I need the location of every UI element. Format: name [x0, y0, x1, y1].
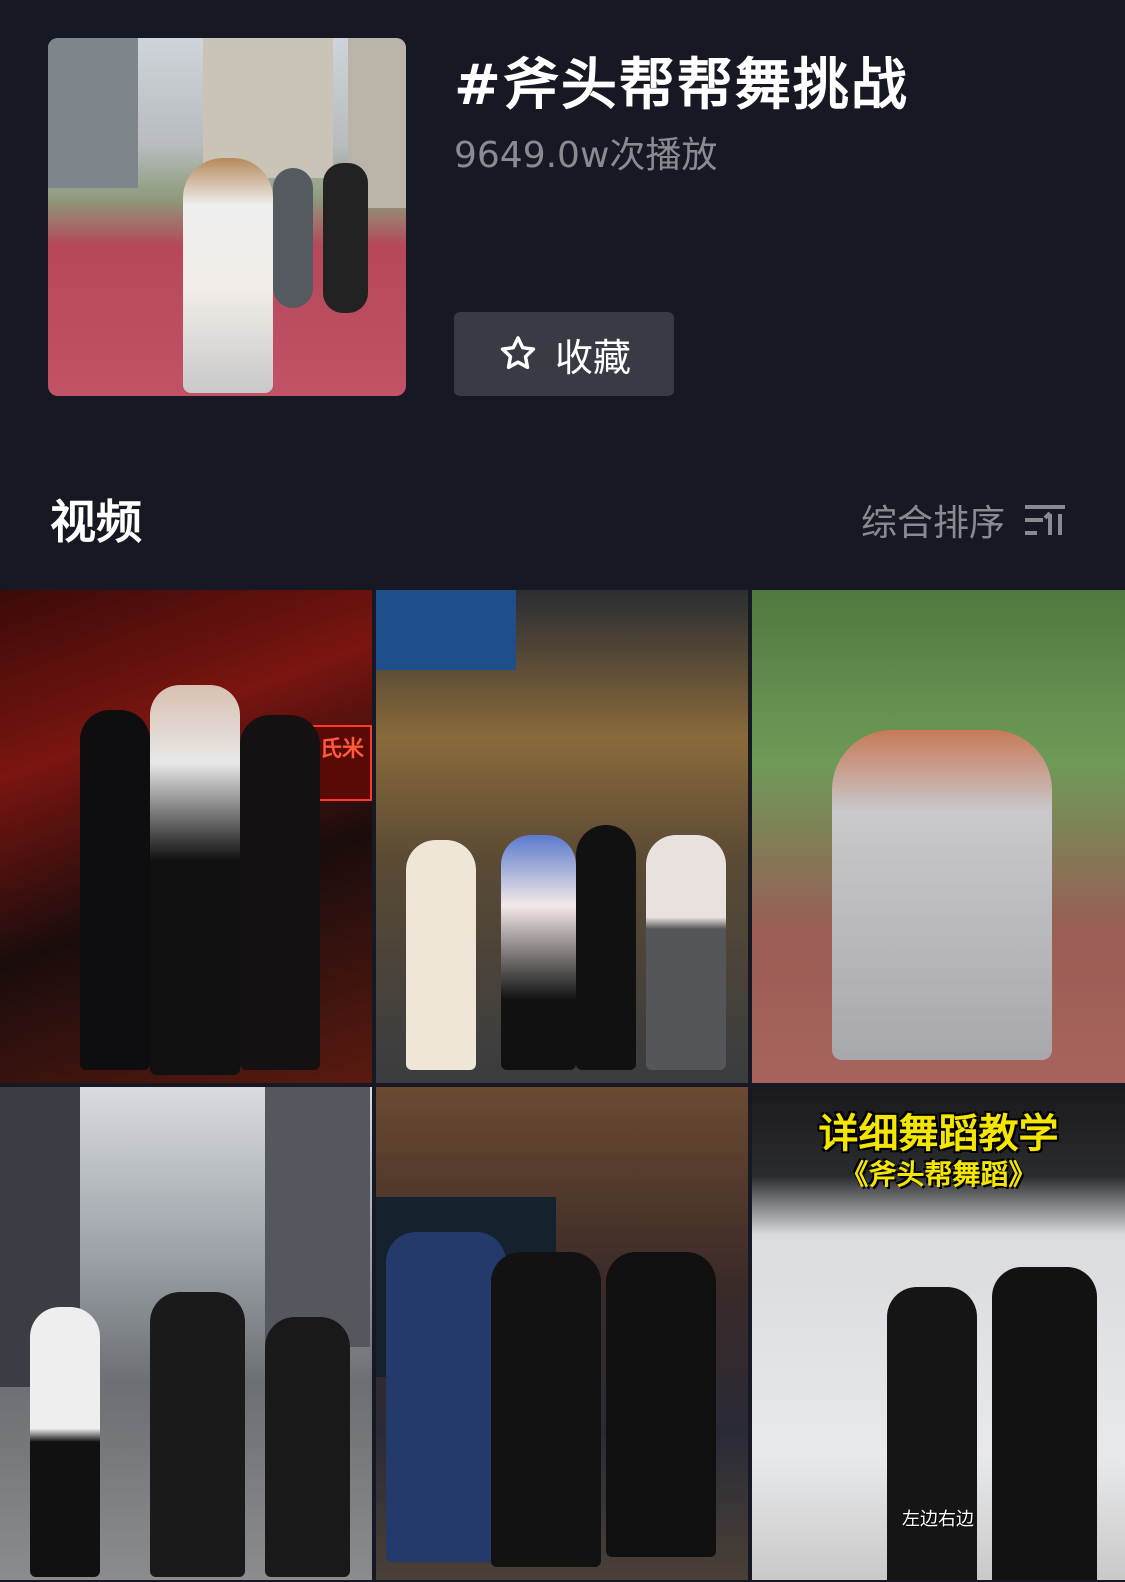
sort-filter-icon: [1025, 505, 1065, 535]
play-count: 9649.0w次播放: [454, 135, 718, 176]
favorite-label: 收藏: [554, 335, 631, 380]
video-subcaption: 《斧头帮舞蹈》: [840, 1158, 1037, 1191]
video-thumbnail[interactable]: 详细舞蹈教学 《斧头帮舞蹈》 左边右边: [752, 1087, 1125, 1580]
sort-label: 综合排序: [860, 503, 1005, 544]
star-outline-icon: [500, 336, 536, 370]
section-title: 视频: [50, 495, 142, 549]
video-thumbnail[interactable]: [752, 590, 1125, 1083]
video-grid: 胡氏米粉 详细舞蹈教学 《斧头帮舞蹈》 左边右边: [0, 590, 1125, 1582]
video-caption: 详细舞蹈教学: [818, 1111, 1059, 1157]
video-thumbnail[interactable]: 胡氏米粉: [0, 590, 372, 1083]
video-subtitle: 左边右边: [902, 1509, 974, 1530]
video-thumbnail[interactable]: [376, 1087, 748, 1580]
video-thumbnail[interactable]: [376, 590, 748, 1083]
favorite-button[interactable]: 收藏: [454, 312, 674, 396]
topic-title: #斧头帮帮舞挑战: [454, 53, 909, 118]
topic-cover-image[interactable]: [48, 38, 406, 396]
video-thumbnail[interactable]: [0, 1087, 372, 1580]
sort-button[interactable]: 综合排序: [861, 494, 1067, 546]
